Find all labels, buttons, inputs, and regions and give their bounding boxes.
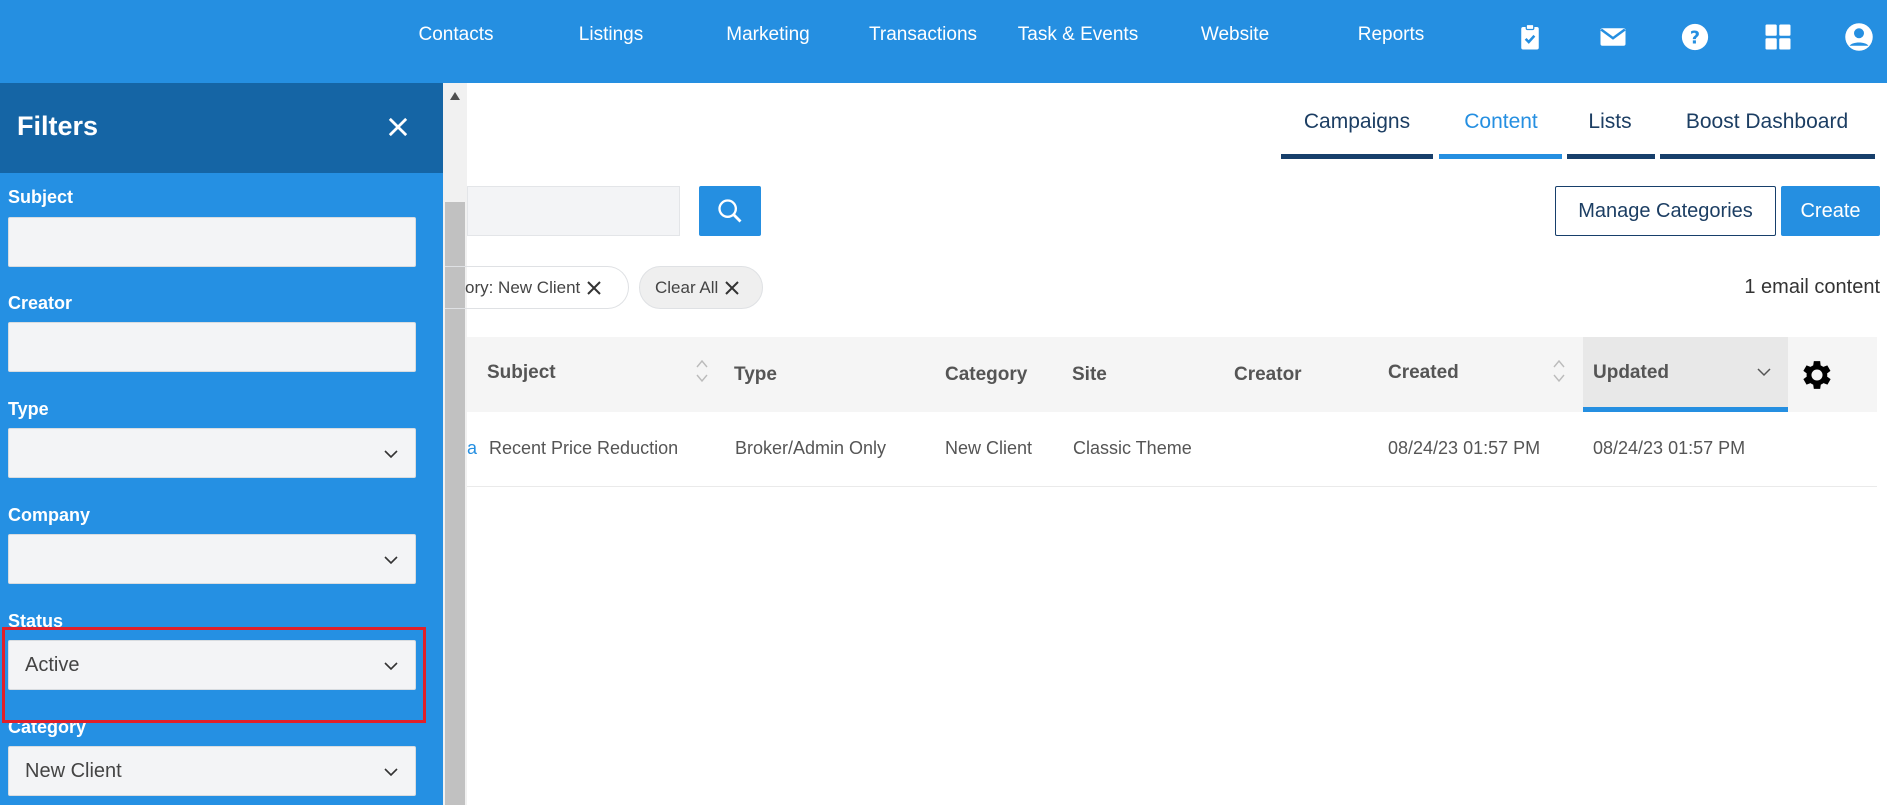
chevron-down-icon — [384, 768, 398, 777]
sort-icon[interactable] — [1551, 358, 1567, 384]
search-button[interactable] — [699, 186, 761, 236]
top-navbar: Contacts Listings Marketing Transactions… — [0, 0, 1887, 83]
column-updated[interactable]: Updated — [1593, 362, 1669, 384]
tab-lists[interactable]: Lists — [1588, 110, 1631, 134]
tab-underline — [1281, 154, 1433, 159]
cell-site: Classic Theme — [1073, 438, 1192, 458]
result-count: 1 email content — [1744, 276, 1880, 298]
filter-type-select[interactable] — [8, 428, 416, 478]
column-created[interactable]: Created — [1388, 362, 1459, 384]
tab-boost-dashboard[interactable]: Boost Dashboard — [1686, 110, 1848, 134]
tab-content[interactable]: Content — [1464, 110, 1538, 134]
gear-icon[interactable] — [1798, 356, 1836, 394]
tab-underline — [1660, 154, 1875, 159]
category-filter-chip[interactable]: ory: New Client — [445, 266, 629, 309]
search-icon — [718, 199, 742, 223]
search-input[interactable] — [467, 186, 680, 236]
filter-label-company: Company — [8, 505, 91, 525]
clear-all-label: Clear All — [655, 278, 719, 297]
filter-label-type: Type — [8, 399, 49, 419]
help-icon[interactable]: ? — [1680, 22, 1710, 52]
filter-label-subject: Subject — [8, 187, 74, 207]
remove-chip-icon[interactable] — [586, 280, 602, 296]
nav-listings[interactable]: Listings — [579, 24, 643, 46]
filter-subject-input[interactable] — [8, 217, 416, 267]
row-link-fragment[interactable]: a — [467, 438, 477, 459]
column-creator: Creator — [1234, 364, 1302, 385]
svg-text:?: ? — [1690, 28, 1700, 48]
cell-type: Broker/Admin Only — [735, 438, 887, 458]
filter-value: New Client — [25, 760, 122, 782]
filters-header: Filters — [0, 83, 443, 173]
cell-updated: 08/24/23 01:57 PM — [1593, 438, 1746, 458]
nav-reports[interactable]: Reports — [1358, 24, 1425, 46]
cell-created: 08/24/23 01:57 PM — [1388, 438, 1541, 458]
clear-all-chip[interactable]: Clear All — [639, 266, 763, 309]
sort-desc-chevron-icon[interactable] — [1756, 365, 1772, 379]
tab-underline — [1439, 154, 1562, 159]
nav-task-events[interactable]: Task & Events — [1018, 24, 1138, 46]
clipboard-check-icon[interactable] — [1515, 22, 1545, 52]
create-button[interactable]: Create — [1781, 186, 1880, 236]
filter-company-select[interactable] — [8, 534, 416, 584]
filters-title: Filters — [17, 111, 99, 141]
chip-label: ory: New Client — [465, 278, 581, 297]
cell-subject[interactable]: Recent Price Reduction — [489, 438, 678, 459]
tab-campaigns[interactable]: Campaigns — [1304, 110, 1410, 134]
user-account-icon[interactable] — [1844, 22, 1874, 52]
nav-website[interactable]: Website — [1201, 24, 1269, 46]
category-highlight — [2, 627, 426, 723]
row-divider — [467, 486, 1877, 487]
column-subject[interactable]: Subject — [487, 362, 556, 384]
mail-icon[interactable] — [1598, 22, 1628, 52]
column-type: Type — [734, 364, 777, 385]
chevron-down-icon — [384, 556, 398, 565]
scroll-up-arrow-icon[interactable] — [450, 92, 460, 100]
filter-creator-input[interactable] — [8, 322, 416, 372]
tab-underline — [1567, 154, 1655, 159]
nav-marketing[interactable]: Marketing — [726, 24, 809, 46]
apps-grid-icon[interactable] — [1763, 22, 1793, 52]
filter-label-creator: Creator — [8, 293, 73, 313]
filter-category-select[interactable]: New Client — [8, 746, 416, 796]
close-icon[interactable] — [384, 113, 412, 141]
nav-transactions[interactable]: Transactions — [869, 24, 977, 46]
manage-categories-button[interactable]: Manage Categories — [1555, 186, 1776, 236]
column-category: Category — [945, 364, 1028, 385]
sort-icon[interactable] — [694, 358, 710, 384]
nav-contacts[interactable]: Contacts — [419, 24, 494, 46]
chevron-down-icon — [384, 450, 398, 459]
column-site: Site — [1072, 364, 1107, 385]
clear-all-x-icon — [725, 280, 740, 295]
cell-category: New Client — [945, 438, 1033, 458]
